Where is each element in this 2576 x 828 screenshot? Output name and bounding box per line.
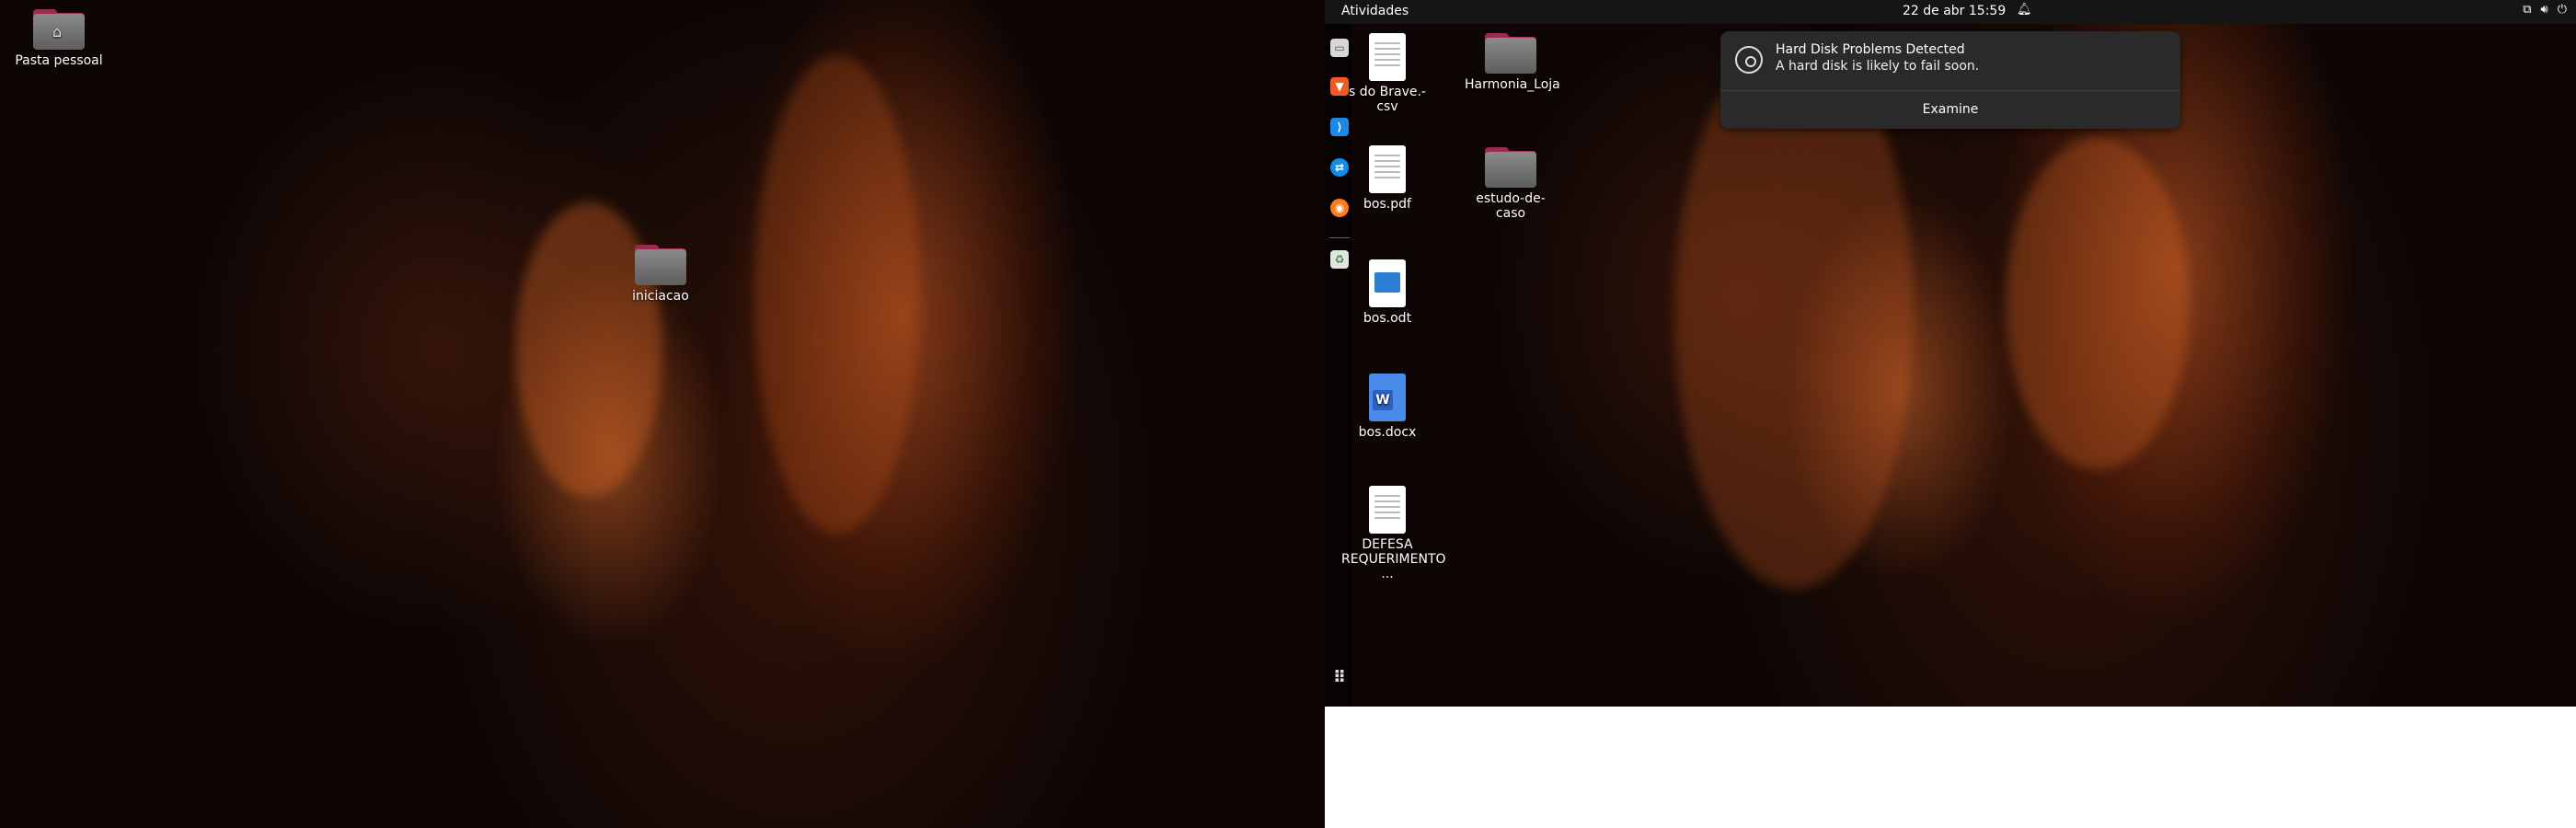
- disk-icon: [1735, 46, 1763, 74]
- pdf-icon: [1369, 145, 1406, 193]
- folder-icon: [1485, 147, 1536, 188]
- document-icon: [1369, 33, 1406, 81]
- wallpaper: [0, 0, 1325, 828]
- desktop-icon-label: bos.docx: [1358, 425, 1417, 440]
- desktop-icon-label: s do Brave.- csv: [1349, 85, 1426, 114]
- desktop-icon-folder[interactable]: estudo-de-caso: [1465, 147, 1557, 221]
- top-bar: Atividades 22 de abr 15:59 🔔︎ ⧉ 🔊︎ ⏻: [1325, 0, 2576, 24]
- activities-button[interactable]: Atividades: [1341, 4, 1409, 18]
- dock: ▭ ▼ ⟩ ⇄ ◉ ♻ ⠿: [1325, 24, 1352, 707]
- dock-separator: [1329, 237, 1350, 238]
- desktop-icon-label: iniciacao: [632, 289, 689, 304]
- network-icon: ⧉: [2523, 3, 2532, 17]
- folder-icon: [635, 245, 686, 285]
- wallpaper-highlight: [754, 55, 920, 534]
- odt-document-icon: [1369, 259, 1406, 307]
- folder-icon: [1485, 33, 1536, 74]
- power-icon: ⏻: [2557, 3, 2567, 17]
- desktop-icon-label: bos.odt: [1363, 311, 1412, 326]
- desktop-icon-docx[interactable]: W bos.docx: [1341, 374, 1433, 440]
- desktop-icon-label: Pasta pessoal: [15, 53, 103, 68]
- home-folder-icon: ⌂: [33, 9, 85, 50]
- desktop-icon-home-folder[interactable]: ⌂ Pasta pessoal: [13, 9, 105, 68]
- notification-body: A hard disk is likely to fail soon.: [1776, 59, 1980, 74]
- unused-screen-area: [1325, 707, 2576, 828]
- desktop-icon-odt[interactable]: bos.odt: [1341, 259, 1433, 326]
- left-monitor-desktop: ⌂ Pasta pessoal iniciacao: [0, 0, 1325, 828]
- word-document-icon: W: [1369, 374, 1406, 421]
- wallpaper-highlight: [2006, 138, 2190, 469]
- desktop-icon-label: Harmonia_Loja: [1465, 77, 1560, 92]
- notification-title: Hard Disk Problems Detected: [1776, 42, 1965, 57]
- desktop-icon-label: bos.pdf: [1363, 197, 1411, 212]
- show-apps-icon[interactable]: ⠿: [1330, 668, 1349, 687]
- notification-popup[interactable]: Hard Disk Problems Detected A hard disk …: [1720, 31, 2180, 129]
- notification-divider: [1720, 90, 2180, 91]
- desktop-icon-pdf[interactable]: bos.pdf: [1341, 145, 1433, 212]
- clock[interactable]: 22 de abr 15:59: [1903, 4, 2006, 18]
- system-tray[interactable]: ⧉ 🔊︎ ⏻: [2523, 3, 2567, 17]
- desktop-icon-folder[interactable]: Harmonia_Loja: [1465, 33, 1560, 92]
- right-monitor-desktop: Atividades 22 de abr 15:59 🔔︎ ⧉ 🔊︎ ⏻ ▭ ▼…: [1325, 0, 2576, 707]
- desktop-icon-folder[interactable]: iniciacao: [615, 245, 707, 304]
- vscode-icon[interactable]: ⟩: [1330, 118, 1349, 136]
- volume-icon: 🔊︎: [2540, 3, 2548, 17]
- notification-bell-icon: 🔔︎: [2017, 3, 2032, 17]
- desktop-icon-label: DEFESA REQUERIMENTO ...: [1341, 537, 1446, 581]
- document-icon: [1369, 486, 1406, 534]
- desktop-icon-csv[interactable]: s do Brave.- csv: [1341, 33, 1433, 114]
- desktop-icon-label: estudo-de-caso: [1476, 191, 1546, 221]
- desktop-icon-document[interactable]: DEFESA REQUERIMENTO ...: [1341, 486, 1446, 581]
- examine-button[interactable]: Examine: [1724, 94, 2177, 125]
